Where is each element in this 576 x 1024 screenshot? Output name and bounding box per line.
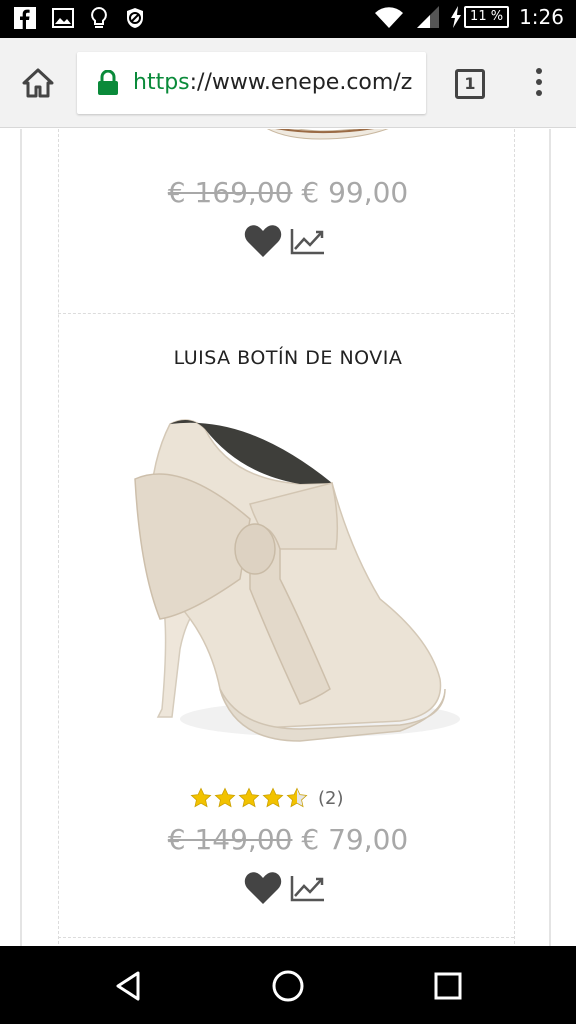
trend-chart-icon[interactable] [290, 227, 326, 255]
url-scheme: https [133, 70, 190, 95]
card-divider [58, 313, 514, 314]
price-previous: € 169,00 € 99,00 [0, 176, 576, 209]
product-title[interactable]: LUISA BOTÍN DE NOVIA [0, 347, 576, 369]
browser-toolbar: https://www.enepe.com/z 1 [0, 38, 576, 128]
home-icon[interactable] [20, 65, 56, 101]
product-image[interactable] [100, 389, 480, 779]
lightbulb-icon [91, 6, 107, 28]
image-icon [52, 8, 74, 28]
rating-count: (2) [318, 787, 344, 809]
blocked-icon [127, 8, 143, 28]
product-rating[interactable]: (2) [190, 787, 344, 809]
heart-icon[interactable] [244, 224, 282, 258]
signal-icon [417, 6, 440, 28]
price-new: € 79,00 [301, 823, 409, 856]
price-old: € 169,00 [167, 176, 293, 209]
wifi-icon [375, 7, 404, 28]
trend-chart-icon[interactable] [290, 874, 326, 902]
home-nav-icon[interactable] [270, 968, 306, 1004]
recents-icon[interactable] [430, 968, 466, 1004]
star-icon [262, 787, 284, 808]
product-actions [244, 868, 334, 908]
url-text[interactable]: https://www.enepe.com/z [133, 70, 412, 95]
price-new: € 99,00 [301, 176, 409, 209]
product-image-previous[interactable] [230, 129, 430, 149]
navigation-bar [0, 946, 576, 1024]
star-icon [190, 787, 212, 808]
star-half-icon [286, 787, 308, 808]
charging-icon [451, 6, 462, 28]
product-price: € 149,00 € 79,00 [0, 823, 576, 856]
status-bar: 11 % 1:26 [0, 0, 576, 38]
address-bar[interactable]: https://www.enepe.com/z [77, 52, 426, 114]
facebook-icon [14, 7, 36, 29]
battery-level: 11 % [464, 6, 510, 28]
star-icon [214, 787, 236, 808]
star-icon [238, 787, 260, 808]
card-divider [58, 937, 514, 938]
clock: 1:26 [519, 5, 564, 29]
price-old: € 149,00 [167, 823, 293, 856]
product-actions-previous [244, 221, 334, 261]
overflow-menu-icon[interactable] [532, 68, 546, 102]
heart-icon[interactable] [244, 871, 282, 905]
back-icon[interactable] [110, 968, 146, 1004]
page-content: € 169,00 € 99,00 LUISA BOTÍN DE NOVIA (2… [0, 129, 576, 946]
url-host: ://www.enepe.com/z [189, 70, 413, 95]
tab-switcher-button[interactable]: 1 [455, 69, 485, 99]
lock-icon [98, 70, 118, 95]
battery-indicator: 11 % [450, 6, 510, 28]
